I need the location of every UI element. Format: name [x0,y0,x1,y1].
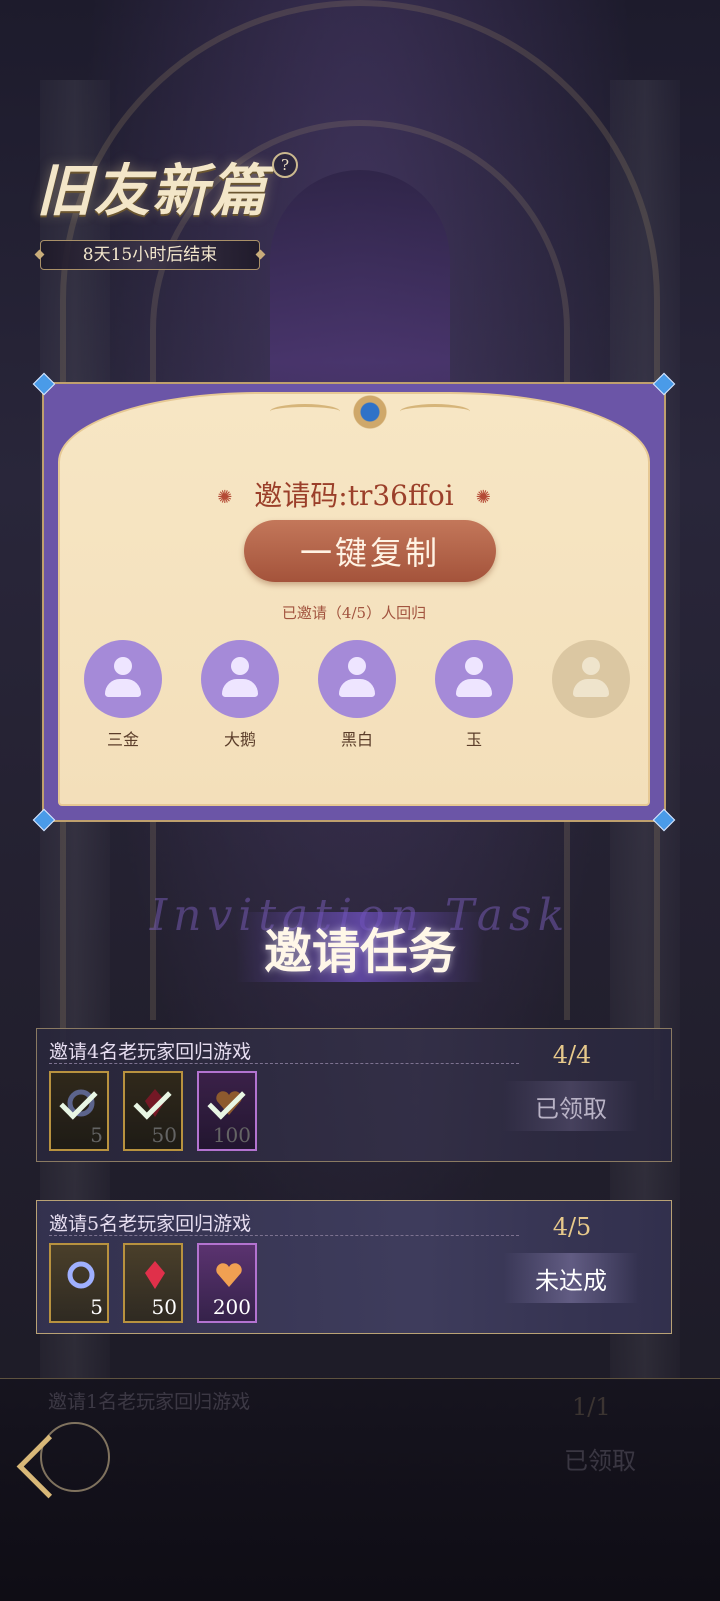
invite-card-panel: ✺ 邀请码:tr36ffoi ✺ 一键复制 已邀请（4/5）人回归 三金 大鹅 黑白… [58,390,650,806]
task-row-faded: 邀请1名老玩家回归游戏 1/1 已领取 [36,1379,672,1475]
crest-gem-icon [342,390,398,430]
reward-item[interactable]: 50 [123,1071,183,1151]
friend-slot[interactable]: 黑白 [318,640,396,750]
ornament-star-icon: ✺ [475,487,491,508]
event-timer: 8天15小时后结束 [40,240,260,270]
reward-item[interactable]: 5 [49,1071,109,1151]
reward-count: 50 [151,1295,177,1319]
heart-icon [216,1263,242,1287]
invited-friends-list: 三金 大鹅 黑白 玉 [84,640,644,750]
claimed-check-icon [59,1081,98,1120]
crystal-icon [145,1261,165,1289]
task-progress: 1/1 [572,1393,611,1421]
reward-count: 100 [212,1123,251,1147]
avatar-user-icon [84,640,162,718]
avatar-user-icon [318,640,396,718]
task-row: 邀请5名老玩家回归游戏 5 50 200 4/5 未达成 [36,1200,672,1334]
task-title: 邀请5名老玩家回归游戏 [49,1213,252,1235]
invite-code-line: ✺ 邀请码:tr36ffoi ✺ [60,474,648,514]
reward-item[interactable]: 5 [49,1243,109,1323]
reward-item[interactable]: 50 [123,1243,183,1323]
task-title: 邀请1名老玩家回归游戏 [48,1391,251,1413]
divider [49,1235,519,1236]
ornament-star-icon: ✺ [217,487,233,508]
question-mark-icon[interactable]: ? [272,152,298,178]
section-title-text: 邀请任务 [235,912,484,982]
friend-name: 黑白 [340,730,373,749]
friend-name: 大鹅 [223,730,256,749]
avatar-user-icon [201,640,279,718]
reward-item[interactable]: 200 [197,1243,257,1323]
invited-count-text: 已邀请（4/5）人回归 [281,604,427,622]
claimed-button[interactable]: 已领取 [503,1081,639,1131]
avatar-placeholder-icon [552,640,630,718]
task-row: 邀请4名老玩家回归游戏 5 50 100 4/4 已领取 [36,1028,672,1162]
task-title: 邀请4名老玩家回归游戏 [49,1041,252,1063]
claimed-check-icon [207,1081,246,1120]
reward-count: 5 [90,1123,103,1147]
ring-icon [67,1261,95,1289]
avatar-user-icon [435,640,513,718]
divider [49,1063,519,1064]
friend-slot[interactable]: 大鹅 [201,640,279,750]
task-progress: 4/4 [552,1041,592,1069]
event-title: 旧友新篇 [36,158,268,224]
reward-item[interactable]: 100 [197,1071,257,1151]
copy-code-button[interactable]: 一键复制 [244,520,496,582]
claimed-check-icon [133,1081,172,1120]
friend-slot[interactable]: 三金 [84,640,162,750]
crest-wing-right-icon [400,404,470,419]
not-achieved-button[interactable]: 未达成 [503,1253,639,1303]
reward-count: 50 [151,1123,177,1147]
invite-code: 邀请码:tr36ffoi [254,479,454,512]
friend-name: 玉 [465,730,482,749]
task-progress: 4/5 [552,1213,592,1241]
friend-slot-empty[interactable] [552,640,630,726]
invite-card: ✺ 邀请码:tr36ffoi ✺ 一键复制 已邀请（4/5）人回归 三金 大鹅 黑白… [32,372,676,832]
tasks-section-title: Invitation Task 邀请任务 [0,890,720,982]
friend-name: 三金 [106,730,139,749]
claimed-button: 已领取 [564,1447,636,1475]
help-glyph: ? [280,156,290,174]
back-button[interactable] [16,1418,112,1508]
friend-slot[interactable]: 玉 [435,640,513,750]
reward-count: 5 [90,1295,103,1319]
reward-count: 200 [212,1295,251,1319]
crest-wing-left-icon [270,404,340,419]
event-header: 旧友新篇 ? [36,146,298,227]
